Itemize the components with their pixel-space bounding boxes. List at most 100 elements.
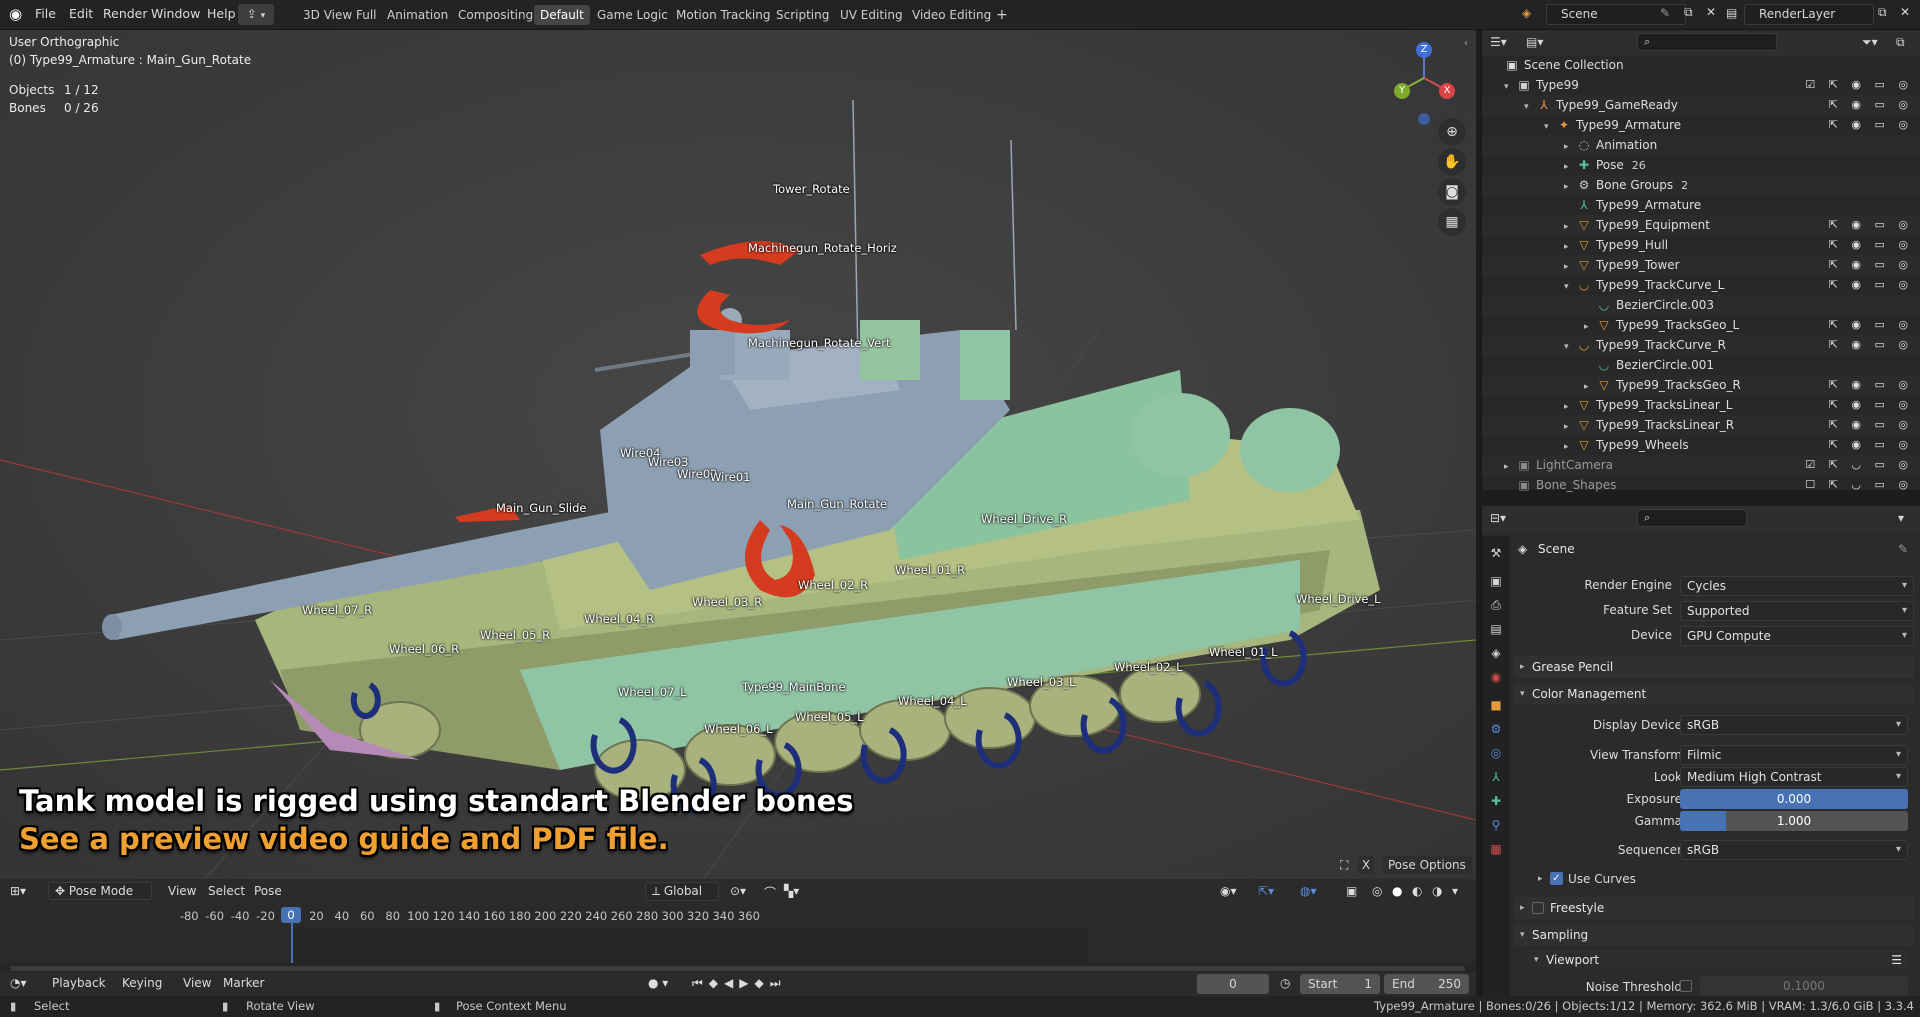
expand-toggle-icon[interactable]: ▸ [1564, 397, 1576, 417]
new-layer-icon[interactable]: ⧉ [1878, 5, 1887, 20]
visibility-toggles[interactable]: ⇱ ◉ ▭ ◎ [1829, 395, 1913, 415]
panel-viewport-sampling[interactable]: ▾ Viewport ☰ [1528, 949, 1908, 971]
expand-toggle-icon[interactable]: ▸ [1504, 457, 1516, 477]
outliner-row[interactable]: ◡ BezierCircle.003 [1482, 295, 1920, 315]
outliner-row[interactable]: ▸ ▽ Type99_TracksGeo_R ⇱ ◉ ▭ ◎ [1482, 375, 1920, 395]
outliner-row[interactable]: ▸ ✚ Pose 26 [1482, 155, 1920, 175]
expand-toggle-icon[interactable]: ▸ [1564, 437, 1576, 457]
outliner-row[interactable]: ▾ ✦ Type99_Armature ⇱ ◉ ▭ ◎ [1482, 115, 1920, 135]
camera-view-button[interactable]: ◙ [1438, 178, 1466, 206]
panel-grease-pencil[interactable]: ▸ Grease Pencil [1514, 656, 1914, 678]
view-transform-select[interactable]: Filmic ▾ [1680, 745, 1908, 765]
use-curves-checkbox[interactable]: ✓ [1550, 872, 1563, 885]
use-curves-expand-icon[interactable]: ▸ [1538, 874, 1543, 884]
menu-marker[interactable]: Marker [223, 976, 264, 990]
outliner-row[interactable]: ▾ ◡ Type99_TrackCurve_L ⇱ ◉ ▭ ◎ [1482, 275, 1920, 295]
visibility-toggles[interactable]: ⇱ ◉ ▭ ◎ [1829, 315, 1913, 335]
delete-scene-icon[interactable]: ✕ [1706, 5, 1716, 19]
end-frame-field[interactable]: End 250 [1384, 974, 1469, 994]
menu-view[interactable]: View [168, 884, 196, 898]
expand-toggle-icon[interactable]: ▾ [1564, 277, 1576, 297]
noise-threshold-field[interactable]: 0.1000 [1700, 976, 1908, 996]
expand-toggle-icon[interactable]: ▾ [1524, 97, 1536, 117]
expand-toggle-icon[interactable]: ▸ [1564, 257, 1576, 277]
record-icon[interactable]: ● ▾ [648, 976, 668, 990]
pin-icon[interactable]: ✎ [1898, 542, 1908, 556]
delete-layer-icon[interactable]: ✕ [1900, 5, 1910, 19]
outliner-row[interactable]: ▾ ⅄ Type99_GameReady ⇱ ◉ ▭ ◎ [1482, 95, 1920, 115]
properties-editor-icon[interactable]: ⊟▾ [1490, 511, 1506, 525]
visibility-toggles[interactable]: ⇱ ◉ ▭ ◎ [1829, 95, 1913, 115]
navigation-gizmo[interactable]: Z X Y [1386, 38, 1456, 128]
scene-tab-icon[interactable]: ◈ [1488, 646, 1504, 662]
look-select[interactable]: Medium High Contrast ▾ [1680, 767, 1908, 787]
tab-motion-tracking[interactable]: Motion Tracking [670, 5, 776, 25]
visibility-toggles[interactable]: ⇱ ◉ ▭ ◎ [1829, 235, 1913, 255]
outliner-row[interactable]: ▸ ⚙ Bone Groups 2 [1482, 175, 1920, 195]
menu-select[interactable]: Select [208, 884, 245, 898]
armature-data-tab-icon[interactable]: ⅄ [1488, 770, 1504, 786]
menu-file[interactable]: File [35, 6, 56, 21]
tab-animation[interactable]: Animation [381, 5, 454, 25]
render-layer-selector[interactable]: RenderLayer [1744, 4, 1874, 25]
blender-logo-icon[interactable]: ◉ [9, 5, 22, 23]
outliner-search-input[interactable]: ⌕ [1637, 33, 1777, 51]
tab-default[interactable]: Default [534, 5, 590, 25]
exposure-slider[interactable]: 0.000 [1680, 789, 1908, 809]
visibility-toggles[interactable]: ☑ ⇱ ◡ ▭ ◎ [1805, 455, 1913, 475]
timeline-editor-icon[interactable]: ◔▾ [10, 976, 27, 990]
visibility-toggles[interactable]: ⇱ ◉ ▭ ◎ [1829, 435, 1913, 455]
menu-window[interactable]: Window [151, 6, 200, 21]
tool-tab-icon[interactable]: ⚒ [1488, 546, 1504, 562]
outliner-row[interactable]: ▾ ▣ Type99 ☑ ⇱ ◉ ▭ ◎ [1482, 75, 1920, 95]
pan-button[interactable]: ✋ [1438, 148, 1466, 176]
outliner-row[interactable]: ▣ Bone_Shapes ☐ ⇱ ◡ ▭ ◎ [1482, 475, 1920, 495]
object-tab-icon[interactable]: ■ [1488, 698, 1504, 714]
transform-orientation-selector[interactable]: ⟂ Global [645, 882, 719, 901]
shading-material-icon[interactable]: ◐ [1412, 884, 1422, 898]
perspective-toggle-button[interactable]: ▦ [1438, 208, 1466, 236]
scene-collection-row[interactable]: ▣ Scene Collection [1482, 55, 1920, 75]
visibility-toggles[interactable]: ⇱ ◉ ▭ ◎ [1829, 375, 1913, 395]
bone-constraint-tab-icon[interactable]: ⚲ [1488, 818, 1504, 834]
visibility-toggles[interactable]: ⇱ ◉ ▭ ◎ [1829, 275, 1913, 295]
outliner-row[interactable]: ▸ ◌ Animation [1482, 135, 1920, 155]
texture-tab-icon[interactable]: ▦ [1488, 842, 1504, 858]
feature-set-select[interactable]: Supported ▾ [1680, 601, 1914, 621]
current-frame-field[interactable]: 0 [1197, 974, 1269, 994]
add-workspace-button[interactable]: + [990, 5, 1014, 25]
playback-controls[interactable]: ⏮◆◀▶◆⏭ [692, 976, 787, 991]
render-engine-select[interactable]: Cycles ▾ [1680, 576, 1914, 596]
tab-3d-view-full[interactable]: 3D View Full [297, 5, 383, 25]
menu-help[interactable]: Help [207, 6, 236, 21]
sequencer-select[interactable]: sRGB ▾ [1680, 840, 1908, 860]
outliner-row[interactable]: ▸ ▽ Type99_Hull ⇱ ◉ ▭ ◎ [1482, 235, 1920, 255]
menu-keying[interactable]: Keying [122, 976, 162, 990]
scrollbar-thumb[interactable] [10, 966, 1465, 971]
gizmo-x-axis[interactable]: X [1439, 83, 1455, 99]
outliner-row[interactable]: ▾ ◡ Type99_TrackCurve_R ⇱ ◉ ▭ ◎ [1482, 335, 1920, 355]
tab-compositing[interactable]: Compositing [452, 5, 539, 25]
noise-threshold-checkbox[interactable] [1680, 980, 1692, 992]
expand-toggle-icon[interactable]: ▸ [1584, 317, 1596, 337]
visibility-icon[interactable]: ◉▾ [1220, 884, 1237, 898]
options-chevron-icon[interactable]: ▾ [1898, 511, 1904, 525]
world-tab-icon[interactable]: ◉ [1488, 670, 1504, 686]
menu-playback[interactable]: Playback [52, 976, 106, 990]
expand-toggle-icon[interactable]: ▸ [1564, 177, 1576, 197]
outliner-row[interactable]: ▸ ▽ Type99_TracksGeo_L ⇱ ◉ ▭ ◎ [1482, 315, 1920, 335]
shading-rendered-icon[interactable]: ◑ [1432, 884, 1442, 898]
properties-search-input[interactable]: ⌕ [1637, 509, 1747, 527]
expand-toggle-icon[interactable]: ▾ [1564, 337, 1576, 357]
menu-edit[interactable]: Edit [69, 6, 93, 21]
mirror-icon[interactable]: ⛶ [1340, 858, 1348, 873]
visibility-toggles[interactable]: ⇱ ◉ ▭ ◎ [1829, 335, 1913, 355]
device-select[interactable]: GPU Compute ▾ [1680, 626, 1914, 646]
start-frame-field[interactable]: Start 1 [1300, 974, 1380, 994]
tab-video-editing[interactable]: Video Editing [906, 5, 997, 25]
display-mode-icon[interactable]: ▤▾ [1526, 35, 1543, 49]
mode-selector[interactable]: ✥ Pose Mode [48, 882, 152, 900]
visibility-toggles[interactable]: ⇱ ◉ ▭ ◎ [1829, 115, 1913, 135]
current-frame-indicator[interactable]: 0 [281, 907, 301, 923]
visibility-toggles[interactable]: ⇱ ◉ ▭ ◎ [1829, 215, 1913, 235]
